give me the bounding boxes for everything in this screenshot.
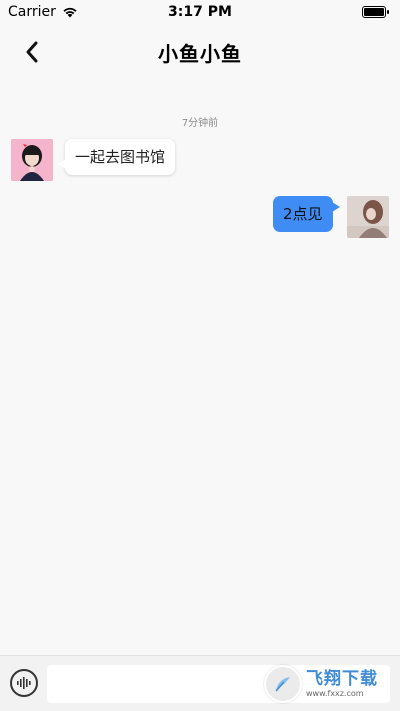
page-title: 小鱼小鱼 (158, 41, 242, 66)
chat-area[interactable]: 7分钟前 一起去图书馆 2点见 (0, 80, 400, 655)
watermark-logo (264, 665, 302, 703)
contact-avatar[interactable] (11, 139, 53, 181)
avatar-girl-image (11, 139, 53, 181)
watermark: 飞翔下载 www.fxxz.com (264, 661, 394, 707)
status-bar: Carrier 3:17 PM (0, 0, 400, 24)
clock: 3:17 PM (168, 4, 232, 20)
voice-wave-icon (17, 677, 31, 689)
battery-icon (362, 6, 389, 18)
voice-input-button[interactable] (10, 669, 38, 697)
status-left: Carrier (8, 4, 78, 20)
watermark-text: 飞翔下载 www.fxxz.com (306, 668, 378, 698)
wifi-icon (63, 7, 77, 18)
feather-icon (275, 677, 290, 692)
battery-level (364, 8, 384, 16)
message-timestamp: 7分钟前 (181, 118, 219, 129)
chevron-left-icon (26, 41, 38, 63)
back-button[interactable] (18, 38, 46, 66)
input-bar: 飞翔下载 www.fxxz.com (0, 655, 400, 711)
message-text: 一起去图书馆 (75, 148, 166, 166)
carrier-label: Carrier (8, 4, 56, 20)
received-message-bubble[interactable]: 一起去图书馆 (57, 139, 176, 175)
navigation-bar: 小鱼小鱼 (0, 24, 400, 80)
watermark-title: 飞翔下载 (306, 668, 378, 689)
message-text: 2点见 (283, 205, 323, 223)
user-avatar[interactable] (347, 196, 389, 238)
avatar-self-image (347, 196, 389, 238)
sent-message-bubble[interactable]: 2点见 (273, 196, 340, 232)
watermark-url: www.fxxz.com (306, 688, 364, 698)
